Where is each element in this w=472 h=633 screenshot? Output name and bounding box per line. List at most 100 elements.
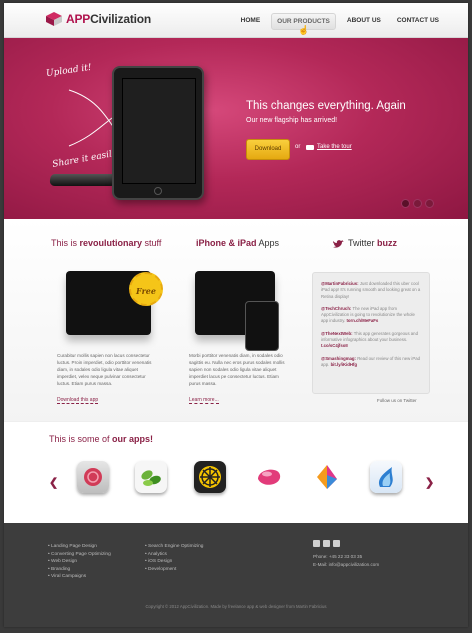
apps-title-highlight: our apps! — [112, 434, 154, 444]
header: APPCivilization HOME OUR PRODUCTS ABOUT … — [4, 3, 468, 38]
footer-link-label: Search Engine Optimizing — [148, 544, 204, 549]
footer-services-list-2: • Search Engine Optimizing • Analytics •… — [145, 543, 203, 573]
tablet-home-button — [154, 187, 162, 195]
tweet-link[interactable]: torn.ch/MeFaFs — [346, 318, 378, 323]
tweet-link[interactable]: t.co/sC4jfsoII — [321, 343, 348, 348]
main-nav: HOME OUR PRODUCTS ABOUT US CONTACT US — [236, 13, 444, 30]
footer-link-label: Development — [148, 566, 177, 572]
tweet-handle[interactable]: @TechChruch: — [321, 306, 351, 311]
tweet: @MartinFabricius: Just downloaded this u… — [321, 281, 421, 300]
phone-image — [245, 301, 279, 351]
apps-next-arrow-icon[interactable]: ❯ — [425, 476, 434, 489]
footer-link[interactable]: • Branding — [48, 566, 111, 574]
or-text: or — [295, 144, 301, 150]
slider-dots — [401, 199, 434, 208]
take-tour-link[interactable]: Take the tour — [306, 144, 352, 150]
hero-subtitle: Our new flagship has arrived! — [246, 117, 338, 124]
col1-title: This is revoulutionary stuff — [51, 238, 161, 248]
features-section: This is revoulutionary stuff iPhone & iP… — [4, 219, 468, 421]
col3-prefix: Twitter — [348, 238, 378, 248]
slide-dot-3[interactable] — [425, 199, 434, 208]
apps-title: This is some of our apps! — [49, 434, 153, 444]
footer-link[interactable]: • Analytics — [145, 551, 203, 559]
col1-description: Curabitur mollis sapien non lacus consec… — [57, 353, 152, 386]
tablet-image — [112, 66, 204, 200]
footer-link-label: Branding — [51, 566, 71, 572]
page: APPCivilization HOME OUR PRODUCTS ABOUT … — [4, 3, 468, 627]
rss-icon[interactable] — [333, 540, 340, 547]
col1-suffix: stuff — [142, 238, 162, 248]
footer-link[interactable]: • Landing Page Design — [48, 543, 111, 551]
col1-prefix: This is — [51, 238, 80, 248]
upload-note: Upload it! — [45, 62, 93, 80]
logo-suffix: Civilization — [90, 12, 152, 26]
tweet-handle[interactable]: @Smashingmag: — [321, 356, 356, 361]
footer-link-label: Web Design — [51, 559, 78, 565]
logo-text: APPCivilization — [66, 12, 151, 26]
learn-more-link[interactable]: Learn more... — [189, 397, 219, 404]
tweet-handle[interactable]: @TheNextWeb: — [321, 331, 353, 336]
slide-dot-1[interactable] — [401, 199, 410, 208]
bird-app-icon[interactable] — [311, 461, 343, 493]
twitter-feed: @MartinFabricius: Just downloaded this u… — [312, 272, 430, 394]
tweet: @TheNextWeb: This app generates gorgeous… — [321, 331, 421, 350]
logo-cube-icon — [46, 12, 62, 26]
tweet: @TechChruch: The new iPad app from AppCi… — [321, 306, 421, 325]
apps-section: This is some of our apps! ❮ ❯ — [4, 421, 468, 524]
tablet-screen — [122, 78, 196, 184]
email-text[interactable]: E-Mail: info@appcivilization.com — [313, 561, 379, 569]
twitter-icon[interactable] — [313, 540, 320, 547]
footer-link[interactable]: • Search Engine Optimizing — [145, 543, 203, 551]
tweet-link[interactable]: bit.ly/iKidHfg — [331, 362, 358, 367]
footer-link-label: Landing Page Design — [51, 544, 97, 549]
col3-title: Twitter buzz — [348, 238, 397, 248]
footer-link-label: Converting Page Optimizing — [51, 551, 111, 557]
footer-link[interactable]: • Converting Page Optimizing — [48, 551, 111, 559]
social-icons — [313, 540, 340, 547]
tweet-handle[interactable]: @MartinFabricius: — [321, 281, 359, 286]
video-camera-icon — [306, 144, 314, 150]
follow-twitter-link[interactable]: Follow us on Twitter — [377, 398, 417, 403]
col3-highlight: buzz — [377, 238, 398, 248]
pink-shape-app-icon[interactable] — [253, 461, 285, 493]
footer-link[interactable]: • Web Design — [48, 558, 111, 566]
footer-link[interactable]: • Development — [145, 566, 203, 574]
flame-app-icon[interactable] — [370, 461, 402, 493]
footer-link[interactable]: • iOS Design — [145, 558, 203, 566]
nav-contact-us[interactable]: CONTACT US — [392, 13, 444, 30]
tablet-flat-image — [48, 174, 120, 186]
logo[interactable]: APPCivilization — [46, 12, 151, 26]
twitter-bird-icon — [333, 240, 344, 248]
col2-suffix: Apps — [256, 238, 280, 248]
nav-home[interactable]: HOME — [236, 13, 266, 30]
hero-banner: Upload it! Share it easily! This changes… — [4, 38, 468, 219]
download-button[interactable]: Download — [246, 139, 290, 160]
apps-title-prefix: This is some of — [49, 434, 113, 444]
footer-link-label: Analytics — [147, 551, 167, 557]
leaf-app-icon[interactable] — [135, 461, 167, 493]
col2-description: Morbi porttitor venenatis diam, in sodal… — [189, 353, 285, 386]
share-note: Share it easily! — [51, 148, 122, 170]
footer-services-list: • Landing Page Design • Converting Page … — [48, 543, 111, 581]
tweet: @Smashingmag: Read our review of this ne… — [321, 356, 421, 369]
slide-dot-2[interactable] — [413, 199, 422, 208]
facebook-icon[interactable] — [323, 540, 330, 547]
nav-about-us[interactable]: ABOUT US — [342, 13, 386, 30]
footer: • Landing Page Design • Converting Page … — [4, 523, 468, 627]
col2-title: iPhone & iPad Apps — [196, 238, 279, 248]
take-tour-label: Take the tour — [317, 144, 352, 150]
download-app-link[interactable]: Download this app — [57, 397, 99, 404]
col2-highlight: iPhone & iPad — [196, 238, 257, 248]
free-badge: Free — [129, 272, 163, 306]
apps-prev-arrow-icon[interactable]: ❮ — [49, 476, 58, 489]
copyright-text: Copyright © 2012 AppCivilization. Made b… — [145, 604, 327, 609]
footer-link-label: Viral Campaigns — [51, 574, 87, 580]
hand-cursor-icon: ☝ — [298, 25, 310, 35]
hero-title: This changes everything. Again — [246, 100, 406, 112]
col1-highlight: revoulutionary — [79, 238, 143, 248]
footer-link-label: iOS Design — [148, 559, 173, 565]
wheel-app-icon[interactable] — [194, 461, 226, 493]
footer-link[interactable]: • Viral Campaigns — [48, 573, 111, 581]
rose-app-icon[interactable] — [77, 461, 109, 493]
logo-prefix: APP — [66, 12, 91, 26]
